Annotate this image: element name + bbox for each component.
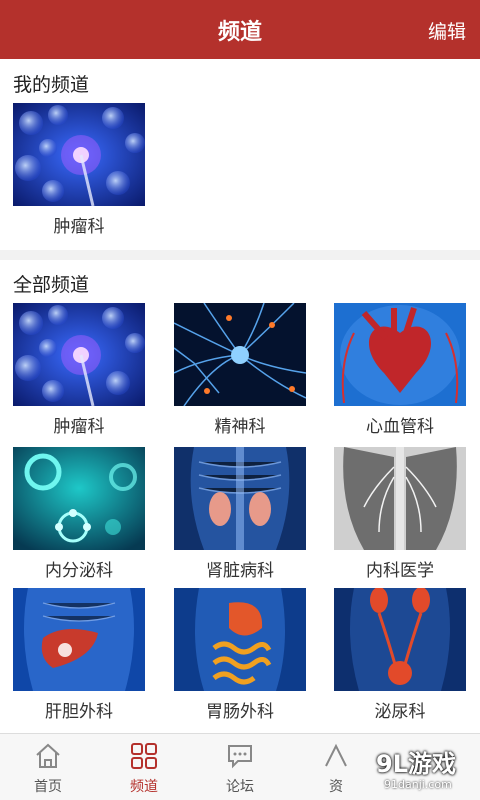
page-title: 频道 <box>217 20 262 45</box>
channel-label: 肿瘤科 <box>53 417 105 437</box>
info-icon <box>325 743 347 767</box>
channel-label: 泌尿科 <box>374 702 426 722</box>
cells-image <box>13 303 145 406</box>
section-divider <box>0 250 480 260</box>
molecule-image <box>13 447 145 550</box>
watermark-logo: 9L游戏 <box>376 750 456 778</box>
channel-urology[interactable]: 泌尿科 <box>334 588 466 722</box>
urinary-image <box>334 588 466 691</box>
channel-label: 内科医学 <box>366 561 434 581</box>
liver-image <box>13 588 145 691</box>
channel-label: 精神科 <box>214 417 266 437</box>
tab-home[interactable]: 首页 <box>0 734 96 800</box>
chat-icon <box>228 745 252 769</box>
tab-label: 频道 <box>130 779 158 795</box>
my-channels-title: 我的频道 <box>13 74 90 96</box>
lungs-xray-image <box>334 447 466 550</box>
edit-button[interactable]: 编辑 <box>428 17 466 44</box>
app-header: 频道 编辑 <box>0 0 480 59</box>
channel-endocrinology[interactable]: 内分泌科 <box>13 447 145 581</box>
site-watermark: 9L游戏 91danji.com <box>364 738 480 800</box>
channel-nephrology[interactable]: 肾脏病科 <box>174 447 306 581</box>
channel-label: 肿瘤科 <box>53 217 105 237</box>
my-channel-tumor[interactable]: 肿瘤科 <box>13 103 145 237</box>
channel-tumor[interactable]: 肿瘤科 <box>13 303 145 437</box>
channel-cardiovascular[interactable]: 心血管科 <box>334 303 466 437</box>
channel-internal-medicine[interactable]: 内科医学 <box>334 447 466 581</box>
channel-label: 肾脏病科 <box>206 561 274 581</box>
watermark-url: 91danji.com <box>384 778 452 791</box>
neurons-image <box>174 303 306 406</box>
channel-psychiatry[interactable]: 精神科 <box>174 303 306 437</box>
tab-label: 论坛 <box>226 779 254 795</box>
channel-hepatobiliary[interactable]: 肝胆外科 <box>13 588 145 722</box>
cells-image <box>13 103 145 206</box>
tab-forum[interactable]: 论坛 <box>192 734 288 800</box>
channel-label: 心血管科 <box>366 417 434 437</box>
tab-label: 首页 <box>34 779 62 795</box>
grid-icon <box>131 743 157 769</box>
channel-label: 内分泌科 <box>45 561 113 581</box>
channel-label: 胃肠外科 <box>206 702 274 722</box>
heart-image <box>334 303 466 406</box>
channel-label: 肝胆外科 <box>45 702 113 722</box>
all-channels-title: 全部频道 <box>13 274 90 296</box>
home-icon <box>36 743 60 768</box>
kidney-image <box>174 447 306 550</box>
stomach-intestine-image <box>174 588 306 691</box>
tab-channels[interactable]: 频道 <box>96 734 192 800</box>
channel-gastrointestinal[interactable]: 胃肠外科 <box>174 588 306 722</box>
